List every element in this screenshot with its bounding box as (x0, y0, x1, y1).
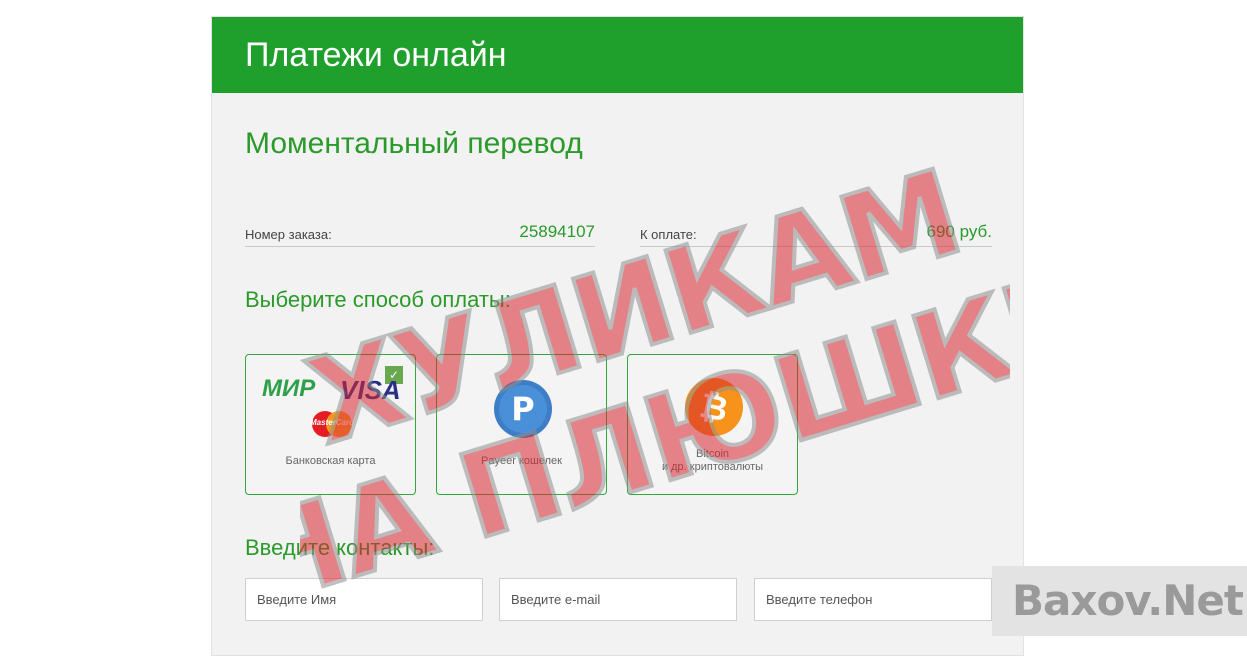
phone-input[interactable] (754, 578, 992, 621)
amount-row: К оплате: 690 руб. (640, 215, 992, 247)
method-bitcoin[interactable]: ₿ Bitcoin и др. криптовалюты (627, 354, 798, 495)
method-bitcoin-label-1: Bitcoin (695, 448, 730, 460)
mir-logo: МИР (262, 375, 316, 402)
method-bitcoin-label-2: и др. криптовалюты (661, 461, 764, 473)
page-header: Платежи онлайн (212, 17, 1023, 93)
payment-method-title: Выберите способ оплаты: (245, 287, 511, 312)
order-number-value: 25894107 (519, 222, 595, 241)
email-input[interactable] (499, 578, 737, 621)
mastercard-logo: MasterCard (308, 409, 356, 439)
watermark: Baxov.Net (992, 566, 1247, 636)
contacts-title: Введите контакты: (245, 535, 435, 560)
name-input[interactable] (245, 578, 483, 621)
payment-card: Платежи онлайн Моментальный перевод Номе… (211, 16, 1024, 656)
bitcoin-icon: ₿ (684, 377, 744, 437)
section-title: Моментальный перевод (245, 127, 583, 160)
method-bank-card[interactable]: ✓ МИР VISA MasterCard Банковская карта (245, 354, 416, 495)
visa-logo: VISA (340, 375, 401, 405)
payeer-icon: P (493, 379, 553, 439)
method-bank-card-label: Банковская карта (285, 455, 376, 467)
order-number-label: Номер заказа: (245, 227, 332, 242)
amount-value: 690 руб. (926, 222, 992, 241)
page-title: Платежи онлайн (245, 36, 507, 74)
amount-label: К оплате: (640, 227, 697, 242)
method-payeer[interactable]: P Payeer кошелек (436, 354, 607, 495)
order-number-row: Номер заказа: 25894107 (245, 215, 595, 247)
method-payeer-label: Payeer кошелек (481, 455, 562, 467)
svg-text:P: P (511, 390, 534, 428)
watermark-text: Baxov.Net (1012, 576, 1244, 625)
